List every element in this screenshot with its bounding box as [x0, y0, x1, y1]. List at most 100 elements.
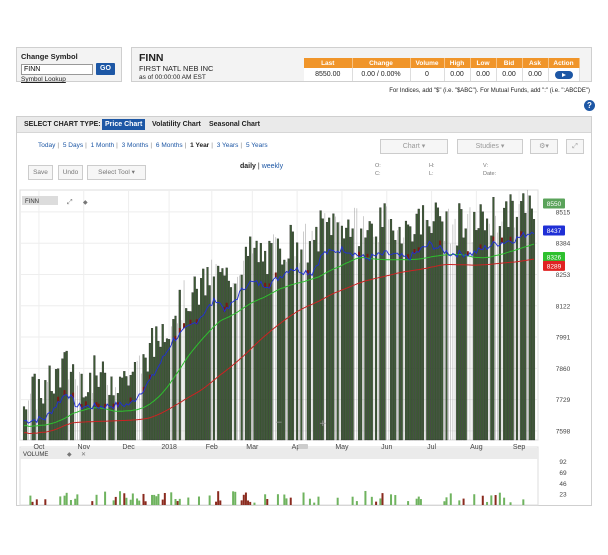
price-bar [195, 288, 198, 441]
symbol-input[interactable] [21, 64, 93, 75]
price-bar [229, 287, 233, 441]
play-icon[interactable] [554, 70, 573, 79]
volume-bar [370, 496, 373, 505]
price-bar [532, 219, 536, 441]
price-bar [223, 275, 226, 441]
price-bar [189, 311, 192, 441]
price-bar [244, 246, 247, 441]
price-bar [118, 376, 122, 441]
price-bar [37, 379, 40, 441]
volume-bar [285, 498, 288, 505]
price-bar [187, 311, 190, 441]
price-bar [127, 385, 130, 441]
down-candle [57, 396, 60, 402]
price-bar [208, 285, 211, 441]
volume-bar [415, 498, 418, 505]
price-bar [197, 304, 201, 441]
volume-bar [155, 496, 158, 505]
volume-bar [74, 498, 77, 505]
volume-bar [419, 499, 422, 505]
x-tick-label-4: Feb [206, 444, 218, 451]
price-chart[interactable]: 8515 8384 8253 8122 7991 7860 7729 7598 Oct Nov De… [17, 117, 593, 507]
price-bar [202, 268, 205, 441]
price-tag-label-2: 8326 [547, 255, 562, 262]
volume-bar [161, 499, 164, 505]
volume-bar [417, 496, 420, 505]
volume-label: VOLUME [23, 452, 48, 458]
help-icon[interactable]: ? [584, 100, 595, 111]
volume-bar [217, 491, 220, 505]
price-bar [398, 226, 401, 441]
price-bar [368, 221, 371, 441]
price-bar [42, 403, 45, 441]
change-symbol-panel: Change Symbol GO Symbol Lookup [16, 47, 122, 83]
x-tick-label-3: 2018 [161, 444, 177, 451]
price-bar [439, 216, 442, 441]
price-bar [161, 324, 164, 441]
price-bar [86, 392, 90, 441]
header-high: High [444, 58, 471, 68]
volume-bar [249, 501, 252, 505]
price-bar [153, 356, 156, 441]
price-bar [308, 241, 311, 441]
go-button[interactable]: GO [96, 63, 115, 75]
price-bar [366, 230, 369, 441]
price-bar [168, 339, 171, 441]
price-bar [490, 235, 493, 441]
volume-bar [138, 500, 141, 505]
price-bar [59, 387, 62, 441]
price-bar [479, 204, 482, 441]
price-bar [276, 238, 279, 441]
volume-tick-label-3: 23 [559, 492, 567, 499]
price-bar [325, 222, 329, 441]
volume-bar [283, 494, 286, 505]
price-bar [266, 274, 269, 441]
price-bar [257, 262, 260, 441]
price-bar [253, 247, 256, 441]
price-bar [121, 377, 124, 441]
price-bar [306, 262, 309, 441]
price-bar [315, 226, 318, 441]
value-volume: 0 [410, 68, 445, 81]
volume-bar [157, 493, 160, 505]
value-low: 0.00 [470, 68, 497, 81]
price-bar [498, 226, 501, 441]
volume-tick-label-2: 46 [559, 481, 567, 488]
header-change: Change [352, 58, 411, 68]
volume-bar [112, 500, 115, 505]
volume-bar [458, 500, 461, 505]
volume-bar [394, 495, 397, 505]
volume-bar [443, 501, 446, 505]
price-tag-label-1: 8437 [547, 228, 562, 235]
company-name: FIRST NATL NEB INC [139, 64, 214, 73]
volume-bar [114, 496, 117, 505]
price-tag-label-3: 8289 [547, 263, 562, 270]
price-bar [530, 208, 533, 441]
price-bar [52, 393, 55, 441]
y-tick-label-1: 8384 [556, 241, 571, 248]
price-bar [430, 233, 433, 441]
volume-bar [242, 494, 245, 505]
price-bar [336, 222, 339, 441]
y-tick-label-6: 7729 [556, 397, 571, 404]
panel-resize-handle [298, 444, 308, 449]
y-tick-label-4: 7991 [556, 335, 571, 342]
volume-bar [63, 495, 66, 505]
price-bar [48, 365, 51, 441]
x-tick-label-1: Nov [78, 444, 91, 451]
price-bar [174, 315, 177, 441]
price-bar [157, 340, 160, 441]
price-bar [528, 195, 531, 441]
value-last: 8550.00 [304, 68, 353, 81]
volume-bar [317, 496, 320, 505]
price-bar [434, 202, 437, 441]
volume-bar [65, 492, 68, 505]
value-change: 0.00 / 0.00% [352, 68, 411, 81]
price-bar [69, 371, 72, 441]
volume-bar [31, 501, 34, 505]
x-tick-label-7: May [335, 444, 349, 451]
price-bar [332, 213, 335, 441]
price-bar [507, 227, 510, 441]
price-bar [281, 264, 284, 441]
symbol-lookup-link[interactable]: Symbol Lookup [21, 76, 66, 83]
